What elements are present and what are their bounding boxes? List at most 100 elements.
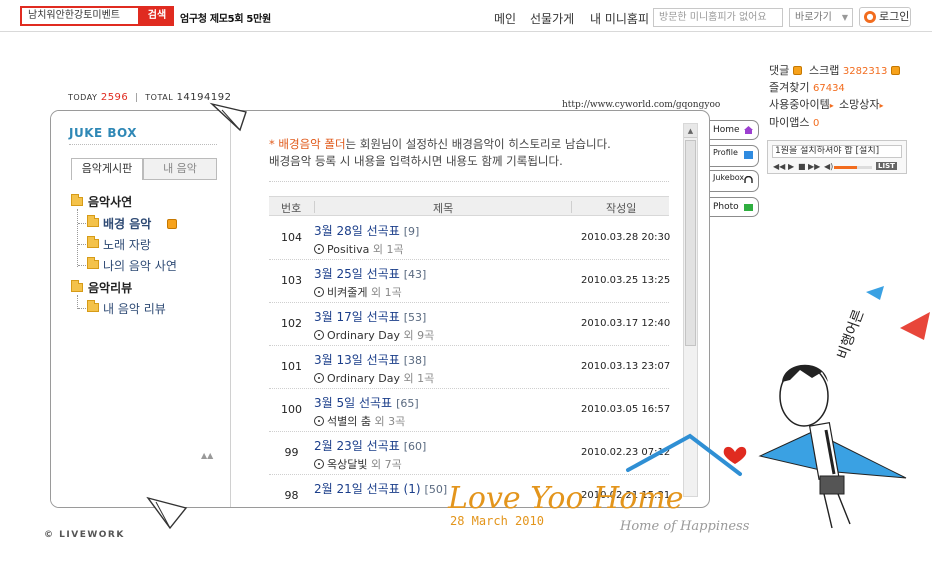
row-date: 2010.03.13 23:07 xyxy=(581,361,671,372)
visitor-counter: TODAY 2596 | TOTAL 14194192 xyxy=(68,92,232,103)
camera-icon xyxy=(744,204,753,211)
menu-tab-jukebox-label: Jukebox xyxy=(713,173,745,182)
homepage-url[interactable]: http://www.cyworld.com/gqongyoo xyxy=(562,100,720,110)
house-icon xyxy=(744,126,753,134)
scroll-thumb[interactable] xyxy=(685,140,696,346)
tab-my-music[interactable]: 내 음악 xyxy=(143,158,217,180)
row-title-link[interactable]: 3월 25일 선곡표 [43] xyxy=(314,265,426,282)
visited-history-select[interactable]: 방문한 미니홈피가 없어요 xyxy=(653,8,783,27)
items-link[interactable]: 사용중아이템▸ xyxy=(769,96,834,112)
login-label: 로그인 xyxy=(879,10,910,23)
search-input[interactable]: 남치워안한강토미벤트 xyxy=(20,6,140,26)
row-title-link[interactable]: 3월 5일 선곡표 [65] xyxy=(314,394,419,411)
menu-tab-jukebox[interactable]: Jukebox xyxy=(710,170,759,192)
table-header: 번호 제목 작성일 xyxy=(269,196,669,216)
row-title-link[interactable]: 3월 17일 선곡표 [53] xyxy=(314,308,426,325)
nav-my-minihompy[interactable]: 내 미니홈피 xyxy=(590,10,649,27)
profile-icon xyxy=(744,151,753,159)
row-song-extra: 외 3곡 xyxy=(374,415,406,428)
tagline-text: Home of Happiness xyxy=(619,519,750,534)
trending-keywords[interactable]: 엄구청 제모5회 5만원 xyxy=(180,10,271,25)
row-title-link[interactable]: 3월 28일 선곡표 [9] xyxy=(314,222,419,239)
tree-item-music-review[interactable]: 음악리뷰 xyxy=(88,279,132,296)
playlist-button[interactable]: LIST xyxy=(876,162,897,170)
table-row[interactable]: 104 3월 28일 선곡표 [9] Positiva 외 1곡 2010.03.28 … xyxy=(269,217,670,260)
row-comment-count: [38] xyxy=(403,354,427,367)
jukebox-title: JUKE BOX xyxy=(69,126,138,140)
play-icon[interactable]: ▶ xyxy=(788,162,794,171)
row-title-link[interactable]: 2월 23일 선곡표 [60] xyxy=(314,437,426,454)
cd-icon xyxy=(314,287,324,297)
folder-icon xyxy=(87,236,99,248)
tree-item-my-music-story[interactable]: 나의 음악 사연 xyxy=(103,257,177,274)
row-comment-count: [60] xyxy=(403,440,427,453)
row-comment-count: [9] xyxy=(403,225,420,238)
cd-icon xyxy=(314,244,324,254)
row-song-name: Ordinary Day xyxy=(327,329,400,342)
tab-music-board[interactable]: 음악게시판 xyxy=(71,158,143,180)
menu-tab-home[interactable]: Home xyxy=(710,120,759,140)
scrap-label: 스크랩 xyxy=(809,64,840,77)
nav-gift-shop[interactable]: 선물가게 xyxy=(530,10,574,27)
row-title: 3월 28일 선곡표 xyxy=(314,224,400,238)
table-row[interactable]: 100 3월 5일 선곡표 [65] 석별의 춤 외 3곡 2010.03.05 16:… xyxy=(269,389,670,432)
scroll-up-icon[interactable]: ▲ xyxy=(684,124,697,138)
myapps-label: 마이앱스 xyxy=(769,116,810,129)
new-badge-icon xyxy=(792,66,802,75)
table-row[interactable]: 102 3월 17일 선곡표 [53] Ordinary Day 외 9곡 2010.0… xyxy=(269,303,670,346)
new-badge-icon xyxy=(890,66,900,75)
tree-item-background-music[interactable]: 배경 음악 xyxy=(103,215,151,232)
livework-logo: © LIVEWORK xyxy=(44,530,125,540)
tree-item-my-music-review[interactable]: 내 음악 리뷰 xyxy=(103,300,166,317)
table-row[interactable]: 99 2월 23일 선곡표 [60] 옥상달빛 외 7곡 2010.02.23 07:1… xyxy=(269,432,670,475)
title-divider xyxy=(69,144,217,145)
comment-link[interactable]: 댓글 xyxy=(769,62,802,78)
shortcut-select[interactable]: 바로가기 ▼ xyxy=(789,8,853,27)
table-row[interactable]: 103 3월 25일 선곡표 [43] 비켜줄게 외 1곡 2010.03.25 13:… xyxy=(269,260,671,303)
menu-tab-profile[interactable]: Profile xyxy=(710,145,759,167)
stop-icon[interactable]: ■ xyxy=(798,162,806,171)
row-date: 2010.02.21 15:31 xyxy=(581,490,671,501)
wishbox-link[interactable]: 소망상자▸ xyxy=(839,96,884,112)
prev-icon[interactable]: ◀◀ xyxy=(773,162,785,171)
volume-slider[interactable] xyxy=(834,166,872,169)
myapps-link[interactable]: 마이앱스 0 xyxy=(769,114,819,130)
cd-icon xyxy=(314,373,324,383)
row-title-link[interactable]: 2월 21일 선곡표 (1) [50] xyxy=(314,480,447,497)
table-row[interactable]: 101 3월 13일 선곡표 [38] Ordinary Day 외 1곡 2010.0… xyxy=(269,346,671,389)
row-number: 99 xyxy=(284,446,299,459)
collapse-arrows-icon[interactable]: ▲▲ xyxy=(201,451,213,460)
folder-icon xyxy=(87,257,99,269)
next-icon[interactable]: ▶▶ xyxy=(808,162,820,171)
notice-star: * xyxy=(269,137,275,151)
volume-icon[interactable]: ◀) xyxy=(824,162,833,171)
login-button[interactable]: ● 로그인 xyxy=(859,7,911,27)
new-badge-icon xyxy=(167,219,177,229)
row-title-link[interactable]: 3월 13일 선곡표 [38] xyxy=(314,351,426,368)
scrap-link[interactable]: 스크랩 3282313 xyxy=(809,62,900,78)
player-message[interactable]: 1원을 설치하셔야 합 [설치] xyxy=(772,145,902,158)
favorites-link[interactable]: 즐겨찾기 67434 xyxy=(769,79,845,95)
chevron-down-icon: ▼ xyxy=(841,13,848,22)
table-row[interactable]: 98 2월 21일 선곡표 (1) [50] 2010.02.21 15:31 xyxy=(269,475,671,507)
notice-text: * 배경음악 폴더는 회원님이 설정하신 배경음악이 히스토리로 남습니다. 배… xyxy=(269,136,669,170)
tree-line xyxy=(78,308,86,309)
header-date: 작성일 xyxy=(606,202,637,215)
decoration-date: 28 March 2010 xyxy=(450,514,544,528)
scrollbar[interactable]: ▲ xyxy=(683,123,698,497)
tree-item-music-story[interactable]: 음악사연 xyxy=(88,193,132,210)
menu-tab-photo[interactable]: Photo xyxy=(710,197,759,217)
row-date: 2010.03.25 13:25 xyxy=(581,275,671,286)
items-label: 사용중아이템 xyxy=(769,98,830,111)
chevron-right-icon: ▸ xyxy=(829,101,834,110)
chevron-right-icon: ▸ xyxy=(879,101,884,110)
search-button[interactable]: 검색 xyxy=(140,6,174,26)
row-comment-count: [65] xyxy=(396,397,419,410)
header-separator xyxy=(314,201,315,213)
nav-main[interactable]: 메인 xyxy=(494,10,516,27)
notice-line1: 는 회원님이 설정하신 배경음악이 히스토리로 남습니다. xyxy=(345,137,611,151)
tree-item-singing-contest[interactable]: 노래 자랑 xyxy=(103,236,151,253)
comment-label: 댓글 xyxy=(769,64,790,77)
svg-text:비행어른: 비행어른 xyxy=(835,307,868,361)
favorites-label: 즐겨찾기 xyxy=(769,81,810,94)
